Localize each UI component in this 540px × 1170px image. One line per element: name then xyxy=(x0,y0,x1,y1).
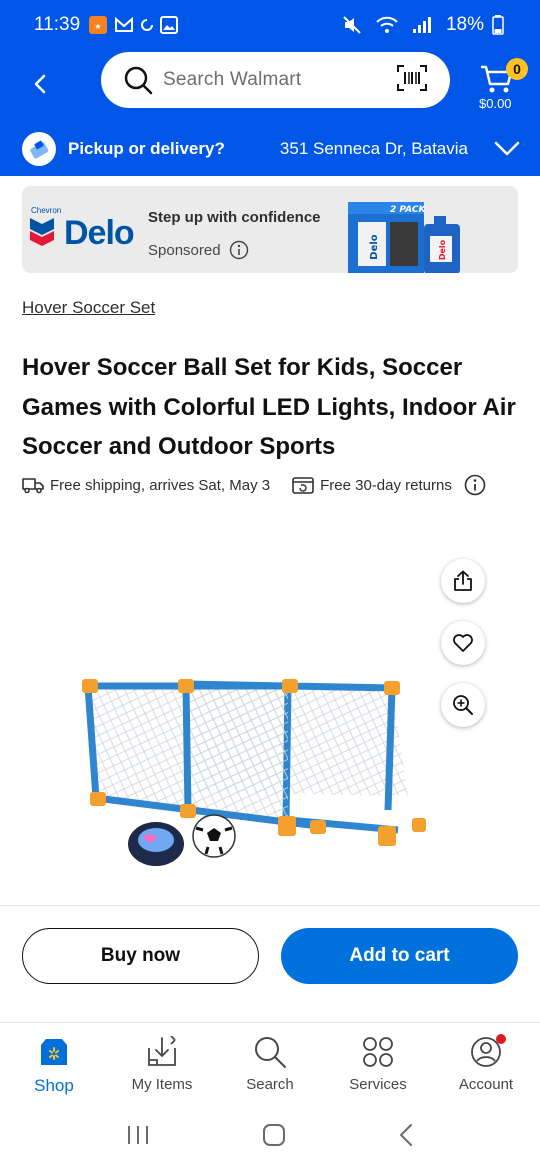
back-arrow-icon xyxy=(400,1123,412,1146)
favorite-button[interactable] xyxy=(441,621,485,665)
truck-icon xyxy=(22,478,44,494)
shop-icon xyxy=(38,1034,70,1070)
returns-icon xyxy=(292,477,314,494)
zoom-in-icon xyxy=(453,695,473,715)
pickup-delivery-bar[interactable]: Pickup or delivery? 351 Senneca Dr, Bata… xyxy=(0,122,540,176)
tab-label: Shop xyxy=(34,1076,74,1095)
app-notification-icon: ★ xyxy=(88,15,108,35)
gmail-icon xyxy=(114,17,134,33)
pickup-label: Pickup or delivery? xyxy=(68,139,225,158)
info-icon[interactable] xyxy=(464,474,486,496)
share-button[interactable] xyxy=(441,559,485,603)
my-items-icon xyxy=(145,1034,179,1070)
status-time: 11:39 xyxy=(34,14,81,35)
search-icon xyxy=(253,1034,287,1070)
breadcrumb[interactable]: Hover Soccer Set xyxy=(22,298,155,318)
tab-label: Services xyxy=(349,1076,407,1093)
search-input[interactable]: Search Walmart xyxy=(101,52,450,108)
tab-account[interactable]: Account xyxy=(432,1024,540,1104)
wifi-icon xyxy=(376,16,398,34)
home-icon xyxy=(263,1123,285,1146)
zoom-button[interactable] xyxy=(441,683,485,727)
shipping-text: Free shipping, arrives Sat, May 3 xyxy=(50,476,271,494)
ad-sponsored-label: Sponsored xyxy=(148,240,249,260)
cart-count-badge: 0 xyxy=(506,58,528,80)
search-placeholder: Search Walmart xyxy=(163,69,302,90)
product-image xyxy=(78,670,430,870)
gallery-icon xyxy=(160,16,179,34)
pickup-icon xyxy=(22,132,56,166)
battery-percent: 18% xyxy=(445,14,484,35)
signal-icon xyxy=(412,16,432,34)
svg-text:2 PACK: 2 PACK xyxy=(390,205,426,215)
search-icon xyxy=(124,66,153,95)
system-back-button[interactable] xyxy=(398,1123,414,1152)
account-icon xyxy=(470,1034,506,1070)
divider xyxy=(0,1022,540,1023)
home-button[interactable] xyxy=(262,1123,286,1152)
svg-text:Delo: Delo xyxy=(369,234,380,260)
buy-now-button[interactable]: Buy now xyxy=(22,928,259,984)
bottom-tab-bar: Shop My Items Search Services Account xyxy=(0,1024,540,1104)
product-image-carousel[interactable] xyxy=(0,510,540,905)
heart-icon xyxy=(453,634,473,652)
tab-services[interactable]: Services xyxy=(324,1024,432,1104)
tab-label: Search xyxy=(246,1076,294,1093)
ad-headline: Step up with confidence xyxy=(148,209,321,226)
tab-search[interactable]: Search xyxy=(216,1024,324,1104)
sponsored-ad-banner[interactable]: Chevron Delo Step up with confidence Spo… xyxy=(22,186,518,273)
recent-apps-button[interactable] xyxy=(126,1124,150,1151)
recent-apps-icon xyxy=(128,1125,148,1144)
tab-my-items[interactable]: My Items xyxy=(108,1024,216,1104)
fulfillment-info-row: Free shipping, arrives Sat, May 3 Free 3… xyxy=(22,474,522,496)
back-button[interactable] xyxy=(22,66,58,102)
system-navigation-bar xyxy=(0,1104,540,1170)
svg-text:Delo: Delo xyxy=(438,239,447,260)
tab-label: Account xyxy=(458,1076,514,1093)
share-icon xyxy=(454,570,472,591)
notification-dot xyxy=(496,1034,506,1044)
battery-icon xyxy=(492,15,504,35)
tab-shop[interactable]: Shop xyxy=(0,1024,108,1104)
add-to-cart-button[interactable]: Add to cart xyxy=(281,928,518,984)
product-title: Hover Soccer Ball Set for Kids, Soccer G… xyxy=(22,354,516,460)
header: Search Walmart 0 $0.00 xyxy=(0,50,540,122)
services-icon xyxy=(362,1034,394,1070)
info-icon[interactable] xyxy=(229,240,249,260)
pickup-address: 351 Senneca Dr, Batavia xyxy=(279,139,468,158)
mute-icon xyxy=(342,15,362,35)
delo-logo: Chevron Delo xyxy=(30,206,135,252)
tab-label: My Items xyxy=(131,1076,193,1093)
sync-icon xyxy=(140,18,154,32)
divider xyxy=(0,905,540,906)
cart-button[interactable]: 0 $0.00 xyxy=(476,58,528,114)
barcode-scan-icon[interactable] xyxy=(396,64,428,97)
chevron-down-icon xyxy=(494,141,520,156)
chevron-left-icon xyxy=(34,74,46,94)
returns-text: Free 30-day returns xyxy=(320,476,452,494)
cart-total: $0.00 xyxy=(479,96,512,111)
ad-product-image: 2 PACK Delo Delo xyxy=(346,192,466,273)
status-bar: 11:39 ★ 18% xyxy=(0,0,540,50)
svg-text:★: ★ xyxy=(95,22,102,31)
